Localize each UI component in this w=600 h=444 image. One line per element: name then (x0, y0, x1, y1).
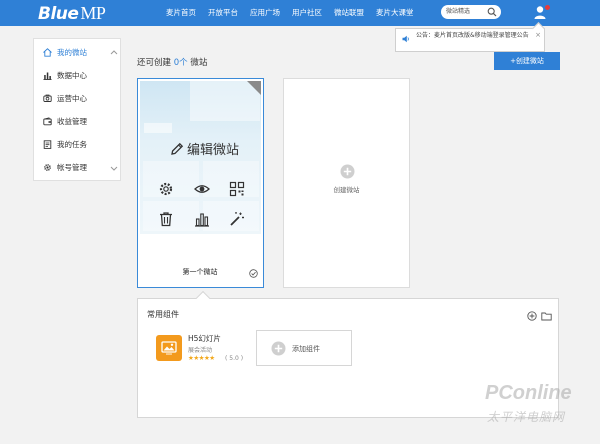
site-preview[interactable]: 编辑微站 (140, 81, 261, 234)
operation-icon (43, 94, 52, 102)
speaker-icon (402, 35, 409, 43)
rating-value: ( 5.0 ) (225, 355, 244, 362)
preview-block (144, 123, 172, 133)
card-corner (247, 81, 261, 95)
notice-text[interactable]: 公告：麦片首页改版&移动端登录管理公告 (416, 32, 534, 41)
component-category: 展会活动 (188, 347, 213, 354)
check-circle-icon (249, 269, 258, 278)
nav-item-community[interactable]: 用户社区 (286, 0, 328, 26)
site-name[interactable]: 第一个微站 (138, 267, 262, 277)
remaining-count: 0个 (173, 58, 188, 68)
trash-icon[interactable] (158, 211, 174, 227)
sidebar-item-label: 运营中心 (57, 94, 87, 103)
chevron-down-icon[interactable] (110, 166, 118, 172)
search-text[interactable]: 微站精选 (446, 5, 470, 19)
plus-circle-icon[interactable] (527, 311, 537, 321)
heading-suffix: 微站 (190, 58, 208, 68)
logo-word: Blue (38, 4, 79, 24)
bar-chart-icon (43, 72, 52, 80)
plus-circle-icon (271, 341, 286, 356)
top-bar: Blue MP 麦片首页 开放平台 应用广场 用户社区 微站联盟 麦片大课堂 微站… (0, 0, 600, 26)
close-icon[interactable]: × (535, 31, 541, 39)
sidebar: 我的微站 数据中心 运营中心 收益管理 我的任务 帐号管理 (33, 38, 121, 181)
star-rating: ★★★★★ (188, 354, 215, 362)
create-site-card[interactable]: 创建微站 (283, 78, 410, 288)
preview-icon[interactable] (194, 181, 210, 197)
edit-site-label: 编辑微站 (187, 143, 240, 158)
sidebar-item-label: 我的任务 (57, 140, 87, 149)
settings-icon[interactable] (158, 181, 174, 197)
notice-popup: 公告：麦片首页改版&移动端登录管理公告 × (395, 28, 545, 52)
nav-item-app-square[interactable]: 应用广场 (244, 0, 286, 26)
nav-item-home[interactable]: 麦片首页 (160, 0, 202, 26)
folder-icon[interactable] (541, 311, 552, 321)
home-icon (43, 48, 52, 57)
add-component-button[interactable]: 添加组件 (256, 330, 352, 366)
main-nav: 麦片首页 开放平台 应用广场 用户社区 微站联盟 麦片大课堂 (160, 0, 420, 26)
slideshow-component-icon[interactable] (156, 335, 182, 361)
sidebar-item-label: 收益管理 (57, 117, 87, 126)
statistics-icon[interactable] (194, 211, 210, 227)
image-icon (161, 341, 177, 355)
sidebar-item-label: 我的微站 (57, 48, 87, 57)
heading-prefix: 还可创建 (137, 58, 172, 68)
magic-wand-icon[interactable] (229, 211, 245, 227)
create-site-button[interactable]: +创建微站 (494, 52, 560, 70)
pencil-icon (171, 142, 184, 155)
sidebar-item-account[interactable]: 帐号管理 (34, 156, 120, 179)
chevron-up-icon[interactable] (110, 49, 118, 55)
task-icon (43, 140, 52, 149)
logo-suffix: MP (80, 3, 106, 23)
watermark: PConline 太平洋电脑网 (485, 382, 600, 444)
edit-site-action[interactable]: 编辑微站 (170, 139, 239, 158)
search-box[interactable]: 微站精选 (441, 5, 501, 19)
add-component-label: 添加组件 (292, 345, 320, 353)
notification-dot (545, 5, 550, 10)
gear-icon (44, 164, 51, 171)
sidebar-item-operation-center[interactable]: 运营中心 (34, 87, 120, 110)
watermark-subtitle: 太平洋电脑网 (487, 410, 566, 424)
qr-code-icon[interactable] (229, 181, 245, 197)
sidebar-item-label: 数据中心 (57, 71, 87, 80)
site-card[interactable]: 编辑微站 第一个微站 (137, 78, 264, 288)
wallet-icon (43, 117, 52, 126)
watermark-brand: PConline (485, 382, 572, 404)
search-icon[interactable] (487, 7, 497, 17)
component-name[interactable]: H5幻灯片 (188, 333, 221, 344)
sidebar-item-revenue[interactable]: 收益管理 (34, 110, 120, 133)
sidebar-item-my-sites[interactable]: 我的微站 (34, 41, 120, 64)
sidebar-item-label: 帐号管理 (57, 163, 87, 172)
nav-item-classroom[interactable]: 麦片大课堂 (370, 0, 420, 26)
sidebar-item-tasks[interactable]: 我的任务 (34, 133, 120, 156)
panel-title: 常用组件 (147, 310, 179, 319)
sidebar-item-data-center[interactable]: 数据中心 (34, 64, 120, 87)
page-heading: 还可创建 0个 微站 (137, 56, 207, 68)
logo[interactable]: Blue MP (38, 3, 106, 24)
create-site-label: 创建微站 (333, 186, 360, 194)
plus-circle-icon[interactable] (340, 164, 355, 179)
nav-item-alliance[interactable]: 微站联盟 (328, 0, 370, 26)
nav-item-open-platform[interactable]: 开放平台 (202, 0, 244, 26)
